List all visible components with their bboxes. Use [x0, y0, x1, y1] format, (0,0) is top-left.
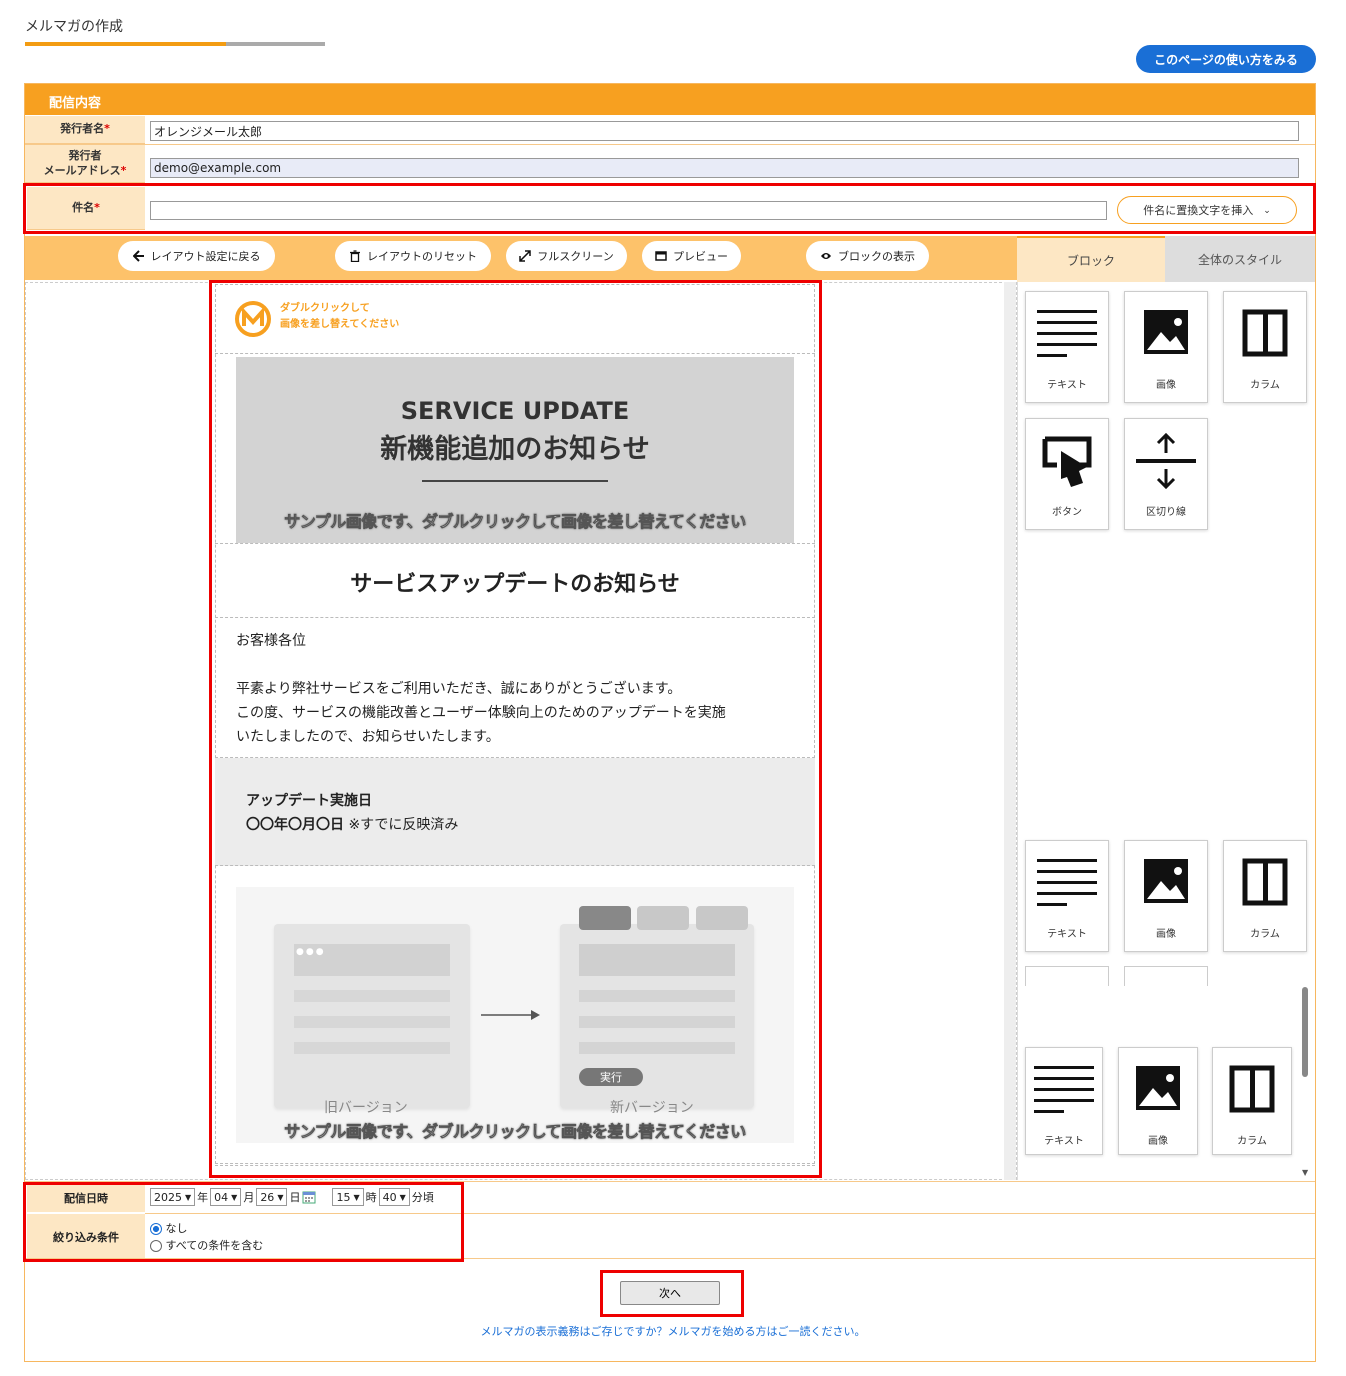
required-mark: * — [104, 122, 110, 136]
scroll-down-arrow-icon[interactable]: ▼ — [1302, 1168, 1308, 1177]
sender-name-label: 発行者名 * — [25, 116, 145, 144]
tile-image[interactable]: 画像 — [1124, 840, 1208, 952]
tile-label: カラム — [1250, 380, 1280, 391]
image-icon — [1144, 859, 1188, 903]
tile-image[interactable]: 画像 — [1118, 1047, 1198, 1155]
tile-button-partial[interactable] — [1025, 966, 1109, 986]
arrow-left-icon — [132, 250, 144, 262]
block-palette — [1017, 282, 1315, 1180]
eye-icon — [821, 253, 831, 259]
divider-icon — [1136, 433, 1196, 489]
tab-blocks[interactable]: ブロック — [1017, 236, 1165, 282]
sender-email-label: 発行者 メールアドレス* — [25, 145, 145, 183]
tab-global-style[interactable]: 全体のスタイル — [1165, 236, 1315, 282]
tile-image[interactable]: 画像 — [1124, 291, 1208, 403]
back-to-layout-button[interactable]: レイアウト設定に戻る — [118, 241, 275, 271]
button-pointer-icon — [1042, 436, 1092, 487]
tile-label: 画像 — [1148, 1136, 1168, 1147]
sender-email-input[interactable] — [150, 158, 1299, 178]
show-blocks-label: ブロックの表示 — [838, 251, 915, 263]
tile-column[interactable]: カラム — [1212, 1047, 1292, 1155]
tile-label: テキスト — [1047, 380, 1087, 391]
tile-text[interactable]: テキスト — [1025, 840, 1109, 952]
text-lines-icon — [1037, 859, 1097, 906]
tile-text[interactable]: テキスト — [1025, 291, 1109, 403]
row-divider — [25, 144, 1315, 145]
sender-email-label-line1: 発行者 — [68, 149, 102, 163]
sender-email-label-line2: メールアドレス — [43, 163, 121, 177]
reset-layout-label: レイアウトのリセット — [367, 251, 477, 263]
columns-icon — [1229, 1065, 1275, 1113]
tile-column[interactable]: カラム — [1223, 291, 1307, 403]
progress-bar — [25, 42, 325, 46]
fullscreen-label: フルスクリーン — [537, 251, 614, 263]
sender-name-label-text: 発行者名 — [60, 122, 105, 136]
tile-label: ボタン — [1052, 507, 1082, 518]
show-blocks-button[interactable]: ブロックの表示 — [806, 241, 929, 271]
tile-button[interactable]: ボタン — [1025, 418, 1109, 530]
tile-label: カラム — [1237, 1136, 1267, 1147]
expand-icon — [519, 250, 532, 262]
columns-icon — [1242, 309, 1288, 357]
trash-icon — [350, 250, 360, 262]
highlight-next — [600, 1270, 744, 1317]
tile-label: 画像 — [1156, 929, 1176, 940]
palette-scrollbar-thumb[interactable] — [1302, 987, 1308, 1077]
progress-fill — [25, 42, 226, 46]
section-header: 配信内容 — [25, 84, 1315, 115]
text-lines-icon — [1034, 1066, 1094, 1113]
fullscreen-button[interactable]: フルスクリーン — [506, 241, 627, 271]
tile-label: 区切り線 — [1146, 507, 1186, 518]
reset-layout-button[interactable]: レイアウトのリセット — [335, 241, 491, 271]
highlight-subject — [23, 183, 1316, 234]
preview-button[interactable]: プレビュー — [642, 241, 741, 271]
highlight-email-area — [209, 280, 822, 1178]
tile-text[interactable]: テキスト — [1025, 1047, 1103, 1155]
help-button[interactable]: このページの使い方をみる — [1136, 45, 1316, 73]
tile-label: 画像 — [1156, 380, 1176, 391]
tile-label: カラム — [1250, 929, 1280, 940]
display-obligation-link[interactable]: メルマガの表示義務はご存じですか？メルマガを始める方はご一読ください。 — [0, 1323, 1346, 1339]
tile-label: テキスト — [1044, 1136, 1084, 1147]
image-icon — [1144, 310, 1188, 354]
tile-label: テキスト — [1047, 929, 1087, 940]
tile-column[interactable]: カラム — [1223, 840, 1307, 952]
window-icon — [655, 251, 667, 261]
preview-label: プレビュー — [673, 251, 728, 263]
tile-divider-partial[interactable] — [1124, 966, 1208, 986]
required-mark: * — [120, 163, 127, 177]
text-lines-icon — [1037, 310, 1097, 357]
tile-divider[interactable]: 区切り線 — [1124, 418, 1208, 530]
highlight-schedule — [23, 1182, 464, 1262]
page-title: メルマガの作成 — [25, 19, 123, 35]
image-icon — [1136, 1066, 1180, 1110]
back-to-layout-label: レイアウト設定に戻る — [150, 251, 261, 263]
canvas-scrollbar[interactable] — [1004, 282, 1016, 1180]
sender-name-input[interactable] — [150, 121, 1299, 141]
columns-icon — [1242, 858, 1288, 906]
